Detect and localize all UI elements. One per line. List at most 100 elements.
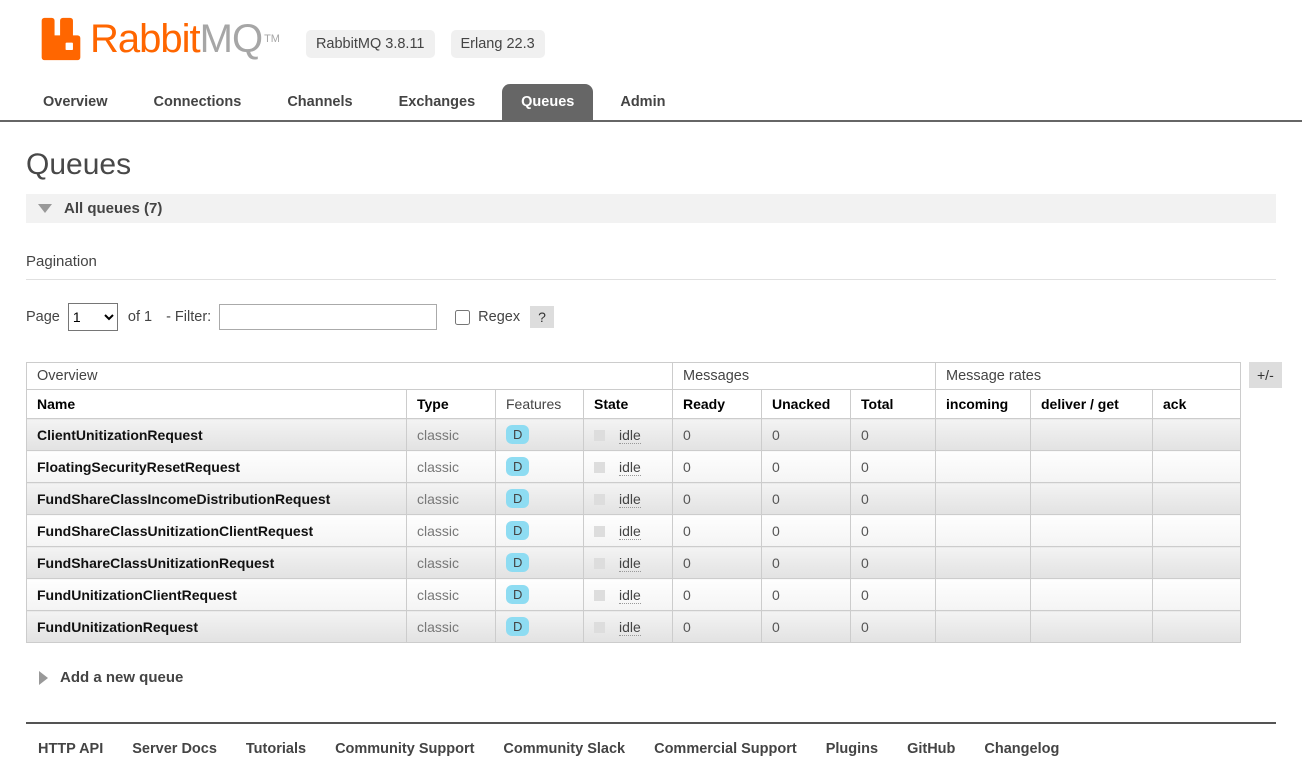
total-count: 0 <box>851 515 936 547</box>
state-indicator-icon <box>594 590 605 601</box>
footer-link-commercial-support[interactable]: Commercial Support <box>654 741 797 757</box>
tab-overview[interactable]: Overview <box>24 84 127 120</box>
queue-name-link[interactable]: FundUnitizationRequest <box>27 611 407 643</box>
incoming-rate <box>936 579 1031 611</box>
queue-type: classic <box>407 579 496 611</box>
expand-triangle-icon <box>39 671 48 685</box>
col-header-features: Features <box>496 390 584 419</box>
state-indicator-icon <box>594 462 605 473</box>
unacked-count: 0 <box>762 547 851 579</box>
queue-features: D <box>496 419 584 451</box>
table-row: FloatingSecurityResetRequest classic D i… <box>27 451 1241 483</box>
rabbitmq-version-badge: RabbitMQ 3.8.11 <box>306 30 435 58</box>
page-label: Page <box>26 309 60 325</box>
col-header-type[interactable]: Type <box>407 390 496 419</box>
app-header: RabbitMQ TM RabbitMQ 3.8.11 Erlang 22.3 <box>0 0 1302 62</box>
queue-state: idle <box>584 515 673 547</box>
page-of-label: of 1 <box>128 309 152 325</box>
footer-link-github[interactable]: GitHub <box>907 741 955 757</box>
footer-link-community-slack[interactable]: Community Slack <box>503 741 625 757</box>
tab-queues[interactable]: Queues <box>502 84 593 120</box>
unacked-count: 0 <box>762 579 851 611</box>
state-indicator-icon <box>594 558 605 569</box>
queue-name-link[interactable]: FundShareClassUnitizationClientRequest <box>27 515 407 547</box>
footer-link-changelog[interactable]: Changelog <box>984 741 1059 757</box>
all-queues-section-label: All queues (7) <box>64 200 162 217</box>
ack-rate <box>1153 419 1241 451</box>
total-count: 0 <box>851 547 936 579</box>
footer-link-community-support[interactable]: Community Support <box>335 741 474 757</box>
all-queues-section-toggle[interactable]: All queues (7) <box>26 194 1276 223</box>
queue-type: classic <box>407 515 496 547</box>
incoming-rate <box>936 611 1031 643</box>
queue-features: D <box>496 611 584 643</box>
pagination-heading: Pagination <box>26 253 1276 280</box>
queue-name-link[interactable]: FundShareClassIncomeDistributionRequest <box>27 483 407 515</box>
add-queue-label: Add a new queue <box>60 669 183 686</box>
page-title: Queues <box>26 148 1276 182</box>
queue-name-link[interactable]: ClientUnitizationRequest <box>27 419 407 451</box>
footer-link-plugins[interactable]: Plugins <box>826 741 878 757</box>
logo-rabbit-text: Rabbit <box>90 17 200 61</box>
group-header-messages: Messages <box>673 363 936 390</box>
filter-input[interactable] <box>219 304 437 330</box>
unacked-count: 0 <box>762 611 851 643</box>
rabbitmq-logo[interactable]: RabbitMQ TM <box>38 16 280 62</box>
erlang-version-badge: Erlang 22.3 <box>451 30 545 58</box>
ready-count: 0 <box>673 419 762 451</box>
ack-rate <box>1153 611 1241 643</box>
col-header-state[interactable]: State <box>584 390 673 419</box>
queue-name-link[interactable]: FloatingSecurityResetRequest <box>27 451 407 483</box>
tab-exchanges[interactable]: Exchanges <box>380 84 495 120</box>
trademark-label: TM <box>264 33 280 45</box>
queue-name-link[interactable]: FundShareClassUnitizationRequest <box>27 547 407 579</box>
queue-type: classic <box>407 483 496 515</box>
unacked-count: 0 <box>762 515 851 547</box>
col-header-name[interactable]: Name <box>27 390 407 419</box>
column-toggle-button[interactable]: +/- <box>1249 362 1282 388</box>
state-indicator-icon <box>594 622 605 633</box>
queue-state: idle <box>584 579 673 611</box>
footer-links: HTTP API Server Docs Tutorials Community… <box>38 741 1276 757</box>
queue-state: idle <box>584 419 673 451</box>
col-header-unacked[interactable]: Unacked <box>762 390 851 419</box>
add-queue-section-toggle[interactable]: Add a new queue <box>39 669 1276 686</box>
durable-tag: D <box>506 553 529 572</box>
incoming-rate <box>936 451 1031 483</box>
incoming-rate <box>936 419 1031 451</box>
unacked-count: 0 <box>762 483 851 515</box>
incoming-rate <box>936 547 1031 579</box>
footer-link-tutorials[interactable]: Tutorials <box>246 741 306 757</box>
table-row: FundShareClassIncomeDistributionRequest … <box>27 483 1241 515</box>
ack-rate <box>1153 515 1241 547</box>
state-indicator-icon <box>594 526 605 537</box>
logo-wordmark: RabbitMQ <box>90 19 262 59</box>
durable-tag: D <box>506 425 529 444</box>
regex-checkbox[interactable] <box>455 310 470 325</box>
ready-count: 0 <box>673 611 762 643</box>
table-row: FundUnitizationClientRequest classic D i… <box>27 579 1241 611</box>
queue-type: classic <box>407 611 496 643</box>
queue-name-link[interactable]: FundUnitizationClientRequest <box>27 579 407 611</box>
col-header-ready[interactable]: Ready <box>673 390 762 419</box>
footer-link-server-docs[interactable]: Server Docs <box>132 741 217 757</box>
deliver-get-rate <box>1031 611 1153 643</box>
unacked-count: 0 <box>762 419 851 451</box>
tab-admin[interactable]: Admin <box>601 84 684 120</box>
col-header-deliver-get[interactable]: deliver / get <box>1031 390 1153 419</box>
regex-help-button[interactable]: ? <box>530 306 554 328</box>
ready-count: 0 <box>673 547 762 579</box>
total-count: 0 <box>851 419 936 451</box>
filter-label: - Filter: <box>166 309 211 325</box>
footer-link-http-api[interactable]: HTTP API <box>38 741 103 757</box>
tab-channels[interactable]: Channels <box>268 84 371 120</box>
col-header-incoming[interactable]: incoming <box>936 390 1031 419</box>
regex-label: Regex <box>478 309 520 325</box>
tab-connections[interactable]: Connections <box>135 84 261 120</box>
col-header-ack[interactable]: ack <box>1153 390 1241 419</box>
page-select[interactable]: 1 <box>68 303 118 331</box>
queue-type: classic <box>407 419 496 451</box>
col-header-total[interactable]: Total <box>851 390 936 419</box>
queue-state: idle <box>584 547 673 579</box>
ready-count: 0 <box>673 579 762 611</box>
